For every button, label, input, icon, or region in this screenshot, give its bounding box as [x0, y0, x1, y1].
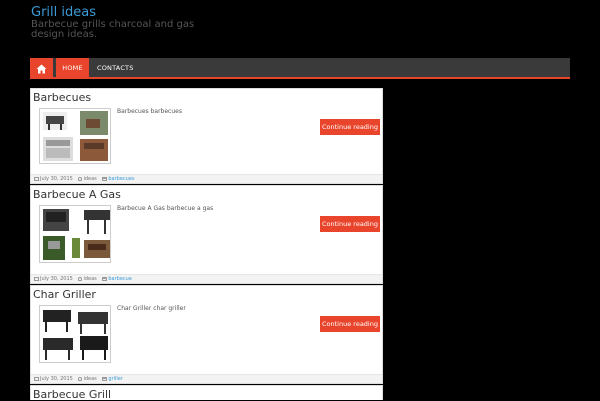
nav-home[interactable]: HOME	[56, 58, 89, 79]
home-icon-button[interactable]	[30, 58, 53, 79]
calendar-icon	[34, 277, 39, 281]
home-icon	[36, 64, 47, 73]
calendar-icon	[34, 177, 39, 181]
post-excerpt: Barbecues barbecues	[117, 108, 182, 115]
post-char-griller: Char Griller Char Griller char griller C…	[30, 285, 383, 384]
post-title[interactable]: Barbecues	[33, 91, 91, 104]
post-title[interactable]: Barbecue A Gas	[33, 188, 121, 201]
post-thumbnail[interactable]	[39, 108, 111, 164]
calendar-icon	[34, 377, 39, 381]
post-author: ideas	[78, 176, 97, 182]
post-author: ideas	[78, 376, 97, 382]
post-excerpt: Barbecue A Gas barbecue a gas	[117, 205, 214, 212]
post-title[interactable]: Char Griller	[33, 288, 96, 301]
post-excerpt: Char Griller char griller	[117, 305, 186, 312]
continue-reading-button[interactable]: Continue reading »	[320, 216, 380, 244]
post-barbecue-a-gas: Barbecue A Gas Barbecue A Gas barbecue a…	[30, 185, 383, 284]
post-thumbnail[interactable]	[39, 205, 111, 263]
user-icon	[78, 277, 83, 281]
post-date: July 30, 2015	[34, 376, 73, 382]
continue-reading-button[interactable]: Continue reading »	[320, 119, 380, 147]
user-icon	[78, 177, 83, 181]
post-date: July 30, 2015	[34, 276, 73, 282]
nav-contacts[interactable]: CONTACTS	[89, 58, 142, 79]
post-barbecues: Barbecues Barbecues barbecues Continue r…	[30, 88, 383, 184]
post-thumbnail[interactable]	[39, 305, 111, 363]
post-author: ideas	[78, 276, 97, 282]
site-title[interactable]: Grill ideas	[31, 5, 96, 20]
post-title[interactable]: Barbecue Grill	[33, 388, 111, 401]
continue-reading-button[interactable]: Continue reading »	[320, 316, 380, 344]
folder-icon	[102, 177, 108, 181]
site-description: Barbecue grills charcoal and gas design …	[31, 19, 195, 40]
post-barbecue-grill: Barbecue Grill	[30, 385, 383, 401]
post-meta: July 30, 2015 ideas griller	[31, 374, 382, 383]
post-category: griller	[102, 376, 123, 382]
post-meta: July 30, 2015 ideas barbecues	[31, 174, 382, 183]
folder-icon	[102, 277, 108, 281]
folder-icon	[102, 377, 108, 381]
post-meta: July 30, 2015 ideas barbecue	[31, 274, 382, 283]
user-icon	[78, 377, 83, 381]
post-category: barbecue	[102, 276, 132, 282]
main-navigation: HOME CONTACTS	[30, 58, 570, 79]
post-date: July 30, 2015	[34, 176, 73, 182]
post-category: barbecues	[102, 176, 135, 182]
